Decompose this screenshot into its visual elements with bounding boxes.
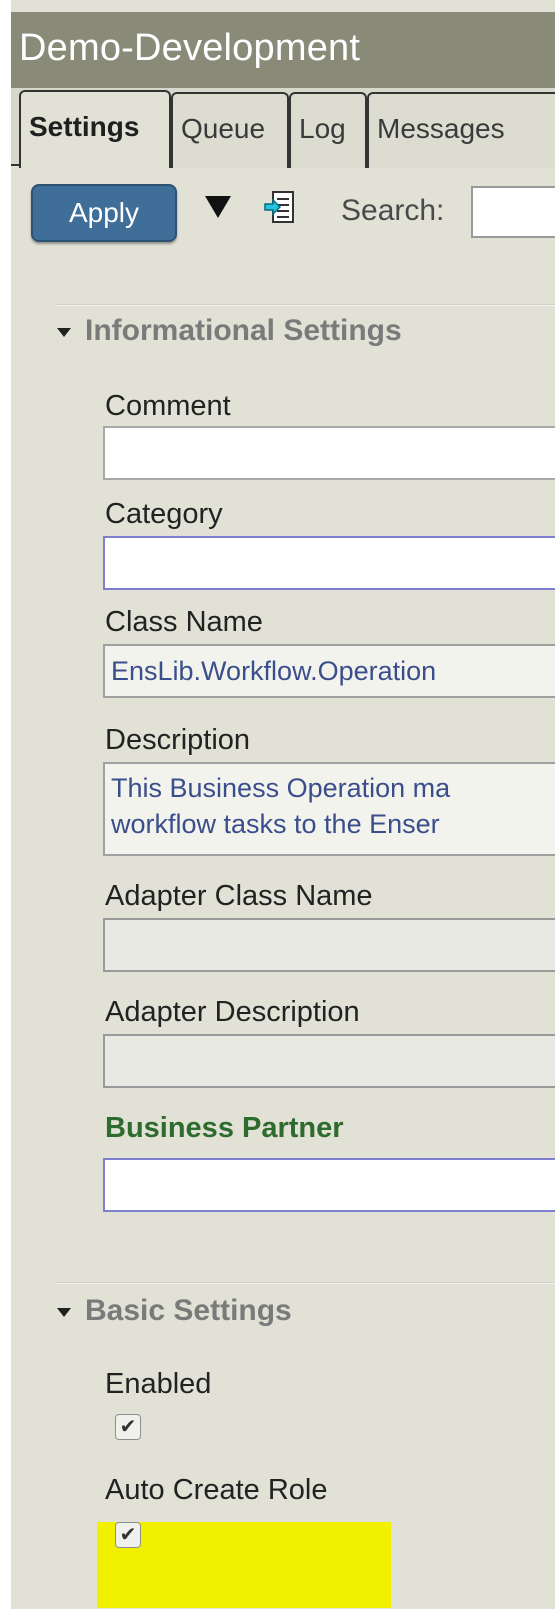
tab-log[interactable]: Log [289, 92, 367, 168]
adapter-description-label: Adapter Description [105, 996, 360, 1028]
description-textarea[interactable]: This Business Operation ma workflow task… [103, 762, 555, 856]
class-name-input[interactable] [103, 644, 555, 698]
class-name-label: Class Name [105, 606, 263, 638]
category-label: Category [105, 498, 223, 530]
adapter-description-input[interactable] [103, 1034, 555, 1088]
tab-settings[interactable]: Settings [19, 90, 171, 168]
checkmark-icon: ✔ [119, 1416, 137, 1438]
adapter-class-name-label: Adapter Class Name [105, 880, 373, 912]
search-label: Search: [341, 194, 445, 227]
informational-settings-title: Informational Settings [85, 314, 402, 347]
apply-button[interactable]: Apply [31, 184, 177, 242]
tab-messages-label: Messages [377, 113, 505, 144]
caret-down-icon [57, 327, 71, 337]
tab-log-label: Log [299, 113, 346, 144]
description-label: Description [105, 724, 251, 756]
basic-settings-header[interactable]: Basic Settings [57, 1294, 292, 1328]
search-input[interactable] [471, 186, 555, 238]
tab-messages[interactable]: Messages [367, 92, 555, 168]
tab-queue-label: Queue [181, 113, 266, 144]
tab-settings-label: Settings [29, 111, 140, 142]
section-divider [55, 1282, 555, 1284]
business-partner-label: Business Partner [105, 1112, 344, 1144]
checkmark-icon: ✔ [119, 1524, 137, 1546]
auto-create-role-label: Auto Create Role [105, 1474, 328, 1506]
settings-panel: Demo-Development Settings Queue Log Mess… [0, 0, 555, 1609]
toolbar: Apply Search: [11, 166, 555, 256]
caret-down-icon [57, 1307, 71, 1317]
comment-input[interactable] [103, 426, 555, 480]
section-divider [55, 304, 555, 306]
business-partner-input[interactable] [103, 1158, 555, 1212]
export-document-icon[interactable] [263, 190, 297, 226]
auto-create-role-checkbox[interactable]: ✔ [115, 1522, 141, 1548]
tab-queue[interactable]: Queue [171, 92, 289, 168]
adapter-class-name-input[interactable] [103, 918, 555, 972]
highlight-marker [97, 1522, 391, 1608]
enabled-checkbox[interactable]: ✔ [115, 1414, 141, 1440]
basic-settings-title: Basic Settings [85, 1294, 292, 1327]
triangle-down-icon[interactable] [205, 196, 231, 218]
category-input[interactable] [103, 536, 555, 590]
window-title: Demo-Development [11, 12, 555, 88]
tab-bar: Settings Queue Log Messages [11, 88, 555, 168]
enabled-label: Enabled [105, 1368, 212, 1400]
informational-settings-header[interactable]: Informational Settings [57, 314, 402, 348]
comment-label: Comment [105, 390, 231, 422]
